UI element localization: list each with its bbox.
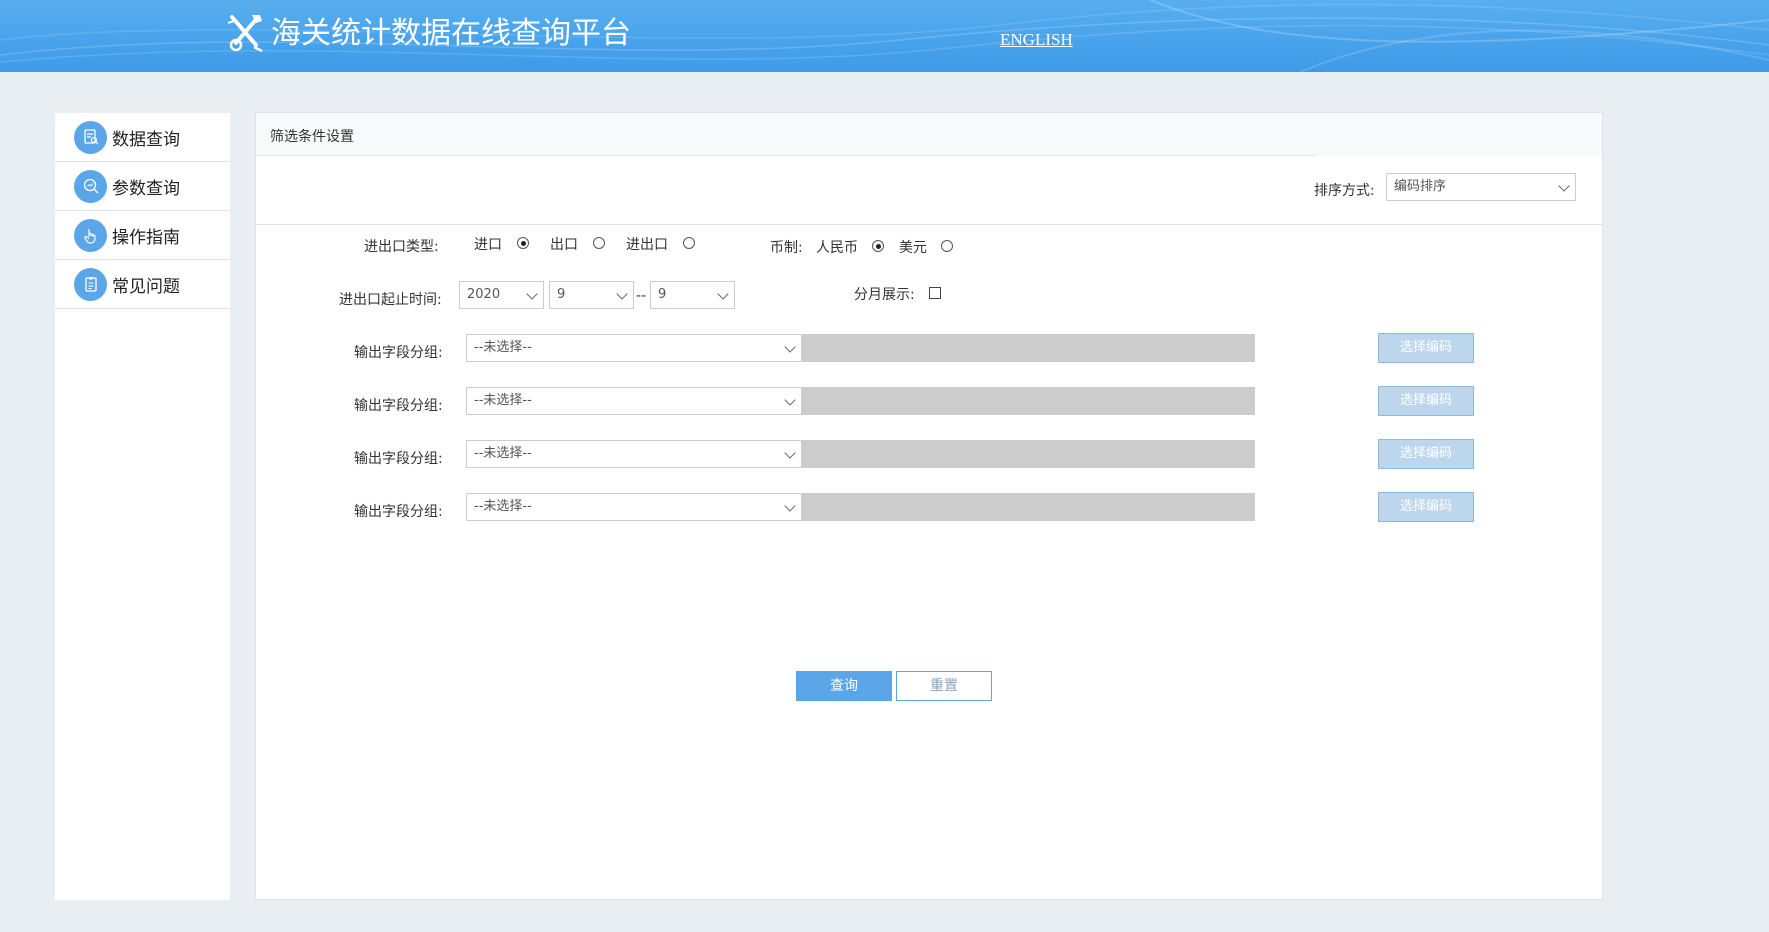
chevron-down-icon	[784, 447, 796, 459]
field-group-label: 输出字段分组:	[354, 451, 443, 467]
filter-panel: 筛选条件设置 排序方式: 编码排序 进出口类型: 进口 出口 进出口 币制: 人…	[255, 112, 1603, 900]
sort-select[interactable]: 编码排序	[1386, 173, 1576, 201]
chevron-down-icon	[616, 288, 628, 300]
chevron-down-icon	[784, 500, 796, 512]
select-code-button[interactable]: 选择编码	[1378, 386, 1474, 416]
panel-header-extension	[1316, 113, 1602, 156]
sidebar-item-label: 参数查询	[112, 178, 180, 199]
english-language-link[interactable]: ENGLISH	[1000, 30, 1073, 50]
chevron-down-icon	[784, 341, 796, 353]
sort-select-value: 编码排序	[1394, 179, 1447, 194]
field-group-label: 输出字段分组:	[354, 504, 443, 520]
query-button[interactable]: 查询	[796, 671, 892, 701]
clipboard-icon	[74, 267, 107, 301]
sidebar-item-faq[interactable]: 常见问题	[55, 260, 230, 309]
trade-option-import-radio[interactable]	[517, 237, 529, 249]
hand-pointer-icon	[74, 218, 107, 252]
field-group-label: 输出字段分组:	[354, 398, 443, 414]
range-separator: --	[636, 288, 647, 304]
field-group-label: 输出字段分组:	[354, 345, 443, 361]
field-group-code-display	[802, 387, 1255, 415]
trade-type-label: 进出口类型:	[364, 239, 439, 255]
period-label: 进出口起止时间:	[339, 292, 442, 308]
field-group-select[interactable]: --未选择--	[466, 440, 802, 468]
sidebar-item-label: 数据查询	[112, 129, 180, 150]
trade-option-both-radio[interactable]	[683, 237, 695, 249]
monthly-display-label: 分月展示:	[854, 287, 915, 303]
field-group-select[interactable]: --未选择--	[466, 334, 802, 362]
field-group-select-value: --未选择--	[474, 446, 532, 461]
currency-option-usd-radio[interactable]	[941, 240, 953, 252]
currency-option-rmb-radio[interactable]	[872, 240, 884, 252]
field-group-select[interactable]: --未选择--	[466, 387, 802, 415]
currency-option-rmb-label: 人民币	[816, 240, 858, 256]
monthly-display-checkbox[interactable]	[929, 287, 941, 299]
site-title: 海关统计数据在线查询平台	[271, 16, 631, 51]
sidebar-item-guide[interactable]: 操作指南	[55, 211, 230, 260]
sort-label: 排序方式:	[1314, 183, 1375, 199]
sidebar-item-label: 常见问题	[112, 276, 180, 297]
chevron-down-icon	[526, 288, 538, 300]
year-select[interactable]: 2020	[459, 281, 544, 309]
sort-row: 排序方式: 编码排序	[256, 156, 1602, 225]
chart-search-icon	[74, 169, 107, 203]
field-group-code-display	[802, 334, 1255, 362]
month-end-select[interactable]: 9	[650, 281, 735, 309]
year-select-value: 2020	[467, 287, 501, 302]
customs-logo-icon	[227, 15, 263, 53]
site-header: 海关统计数据在线查询平台 ENGLISH	[0, 0, 1769, 72]
trade-option-export-label: 出口	[550, 237, 578, 253]
field-group-select-value: --未选择--	[474, 499, 532, 514]
sidebar-item-data-query[interactable]: 数据查询	[55, 113, 230, 162]
reset-button[interactable]: 重置	[896, 671, 992, 701]
chevron-down-icon	[1558, 180, 1570, 192]
trade-option-import-label: 进口	[474, 237, 502, 253]
field-group-code-display	[802, 493, 1255, 521]
month-end-value: 9	[658, 287, 667, 302]
currency-option-usd-label: 美元	[899, 240, 927, 256]
field-group-select-value: --未选择--	[474, 340, 532, 355]
sidebar-item-label: 操作指南	[112, 227, 180, 248]
currency-label: 币制:	[770, 240, 803, 256]
chevron-down-icon	[784, 394, 796, 406]
select-code-button[interactable]: 选择编码	[1378, 439, 1474, 469]
sidebar-item-param-query[interactable]: 参数查询	[55, 162, 230, 211]
trade-option-export-radio[interactable]	[593, 237, 605, 249]
field-group-select[interactable]: --未选择--	[466, 493, 802, 521]
trade-option-both-label: 进出口	[626, 237, 668, 253]
document-search-icon	[74, 120, 107, 154]
month-start-select[interactable]: 9	[549, 281, 634, 309]
sidebar: 数据查询 参数查询 操作指南 常见问题	[55, 113, 230, 900]
panel-header: 筛选条件设置	[256, 113, 1316, 156]
field-group-code-display	[802, 440, 1255, 468]
month-start-value: 9	[557, 287, 566, 302]
panel-title: 筛选条件设置	[270, 129, 354, 145]
chevron-down-icon	[717, 288, 729, 300]
field-group-select-value: --未选择--	[474, 393, 532, 408]
select-code-button[interactable]: 选择编码	[1378, 333, 1474, 363]
select-code-button[interactable]: 选择编码	[1378, 492, 1474, 522]
